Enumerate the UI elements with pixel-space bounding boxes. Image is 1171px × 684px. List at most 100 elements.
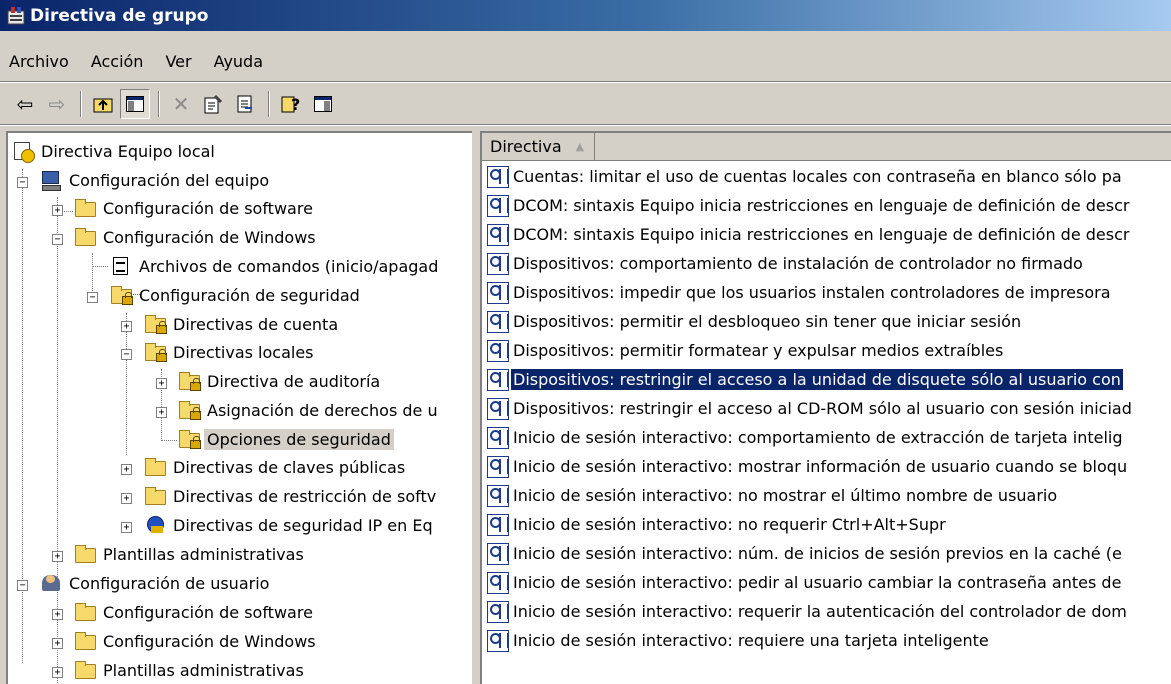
expand-icon[interactable]: + [156, 378, 167, 389]
tree-item-config-software[interactable]: Configuración de software [74, 194, 316, 222]
list-item[interactable]: DCOM: sintaxis Equipo inicia restriccion… [482, 191, 1171, 220]
menu-divider [0, 81, 1171, 83]
list-item[interactable]: Inicio de sesión interactivo: no mostrar… [482, 481, 1171, 510]
tree-item-config-windows[interactable]: Configuración de Windows [74, 223, 319, 251]
list-item[interactable]: Dispositivos: restringir el acceso al CD… [482, 394, 1171, 423]
list-item[interactable]: Inicio de sesión interactivo: núm. de in… [482, 539, 1171, 568]
delete-icon[interactable]: ✕ [166, 89, 196, 119]
folder-icon [144, 486, 166, 506]
policy-setting-icon [487, 165, 509, 188]
expand-icon[interactable]: + [52, 667, 63, 678]
console-tree[interactable]: Directiva Equipo local − Configuración d… [6, 131, 472, 684]
policy-setting-icon [487, 426, 509, 449]
policy-setting-icon [487, 542, 509, 565]
tree-item-asignacion-derechos[interactable]: Asignación de derechos de u [178, 396, 441, 424]
tree-item-archivos-comandos[interactable]: Archivos de comandos (inicio/apagad [110, 252, 441, 280]
list-item[interactable]: Dispositivos: permitir formatear y expul… [482, 336, 1171, 365]
collapse-icon[interactable]: − [17, 580, 28, 591]
list-item-selected[interactable]: Dispositivos: restringir el acceso a la … [482, 365, 1171, 394]
security-folder-icon [178, 429, 201, 449]
policy-setting-icon [487, 513, 509, 536]
tree-item-directiva-equipo-local[interactable]: Directiva Equipo local [12, 137, 218, 165]
folder-icon [144, 457, 166, 477]
title-bar[interactable]: Directiva de grupo [0, 0, 1171, 31]
tree-item-claves-publicas[interactable]: Directivas de claves públicas [144, 453, 408, 481]
computer-icon [40, 170, 62, 191]
security-folder-icon [144, 314, 167, 334]
expand-icon[interactable]: + [121, 321, 132, 332]
toolbar-divider [0, 124, 1171, 126]
tree-item-configuracion-usuario[interactable]: Configuración de usuario [40, 569, 272, 597]
toolbar-separator [158, 91, 160, 117]
show-hide-tree-icon[interactable] [120, 89, 150, 119]
list-item[interactable]: Dispositivos: comportamiento de instalac… [482, 249, 1171, 278]
expand-icon[interactable]: + [52, 205, 63, 216]
up-folder-icon[interactable] [88, 89, 118, 119]
collapse-icon[interactable]: − [87, 292, 98, 303]
list-item[interactable]: Inicio de sesión interactivo: mostrar in… [482, 452, 1171, 481]
policy-setting-icon [487, 571, 509, 594]
tree-item-directivas-cuenta[interactable]: Directivas de cuenta [144, 310, 341, 338]
list-item[interactable]: Inicio de sesión interactivo: comportami… [482, 423, 1171, 452]
tree-item-restriccion-software[interactable]: Directivas de restricción de softv [144, 482, 439, 510]
expand-icon[interactable]: + [156, 407, 167, 418]
tree-item-directiva-auditoria[interactable]: Directiva de auditoría [178, 367, 383, 395]
expand-icon[interactable]: + [121, 493, 132, 504]
tree-item-config-seguridad[interactable]: Configuración de seguridad [110, 281, 363, 309]
menu-ayuda[interactable]: Ayuda [203, 52, 274, 71]
policy-setting-icon [487, 281, 509, 304]
toolbar-separator [268, 91, 270, 117]
collapse-icon[interactable]: − [121, 349, 132, 360]
list-item[interactable]: Dispositivos: permitir el desbloqueo sin… [482, 307, 1171, 336]
tree-item-user-config-software[interactable]: Configuración de software [74, 598, 316, 626]
collapse-icon[interactable]: − [52, 234, 63, 245]
policy-setting-icon [487, 339, 509, 362]
column-header-directiva[interactable]: Directiva ▲ [490, 133, 596, 160]
tree-item-seguridad-ip[interactable]: Directivas de seguridad IP en Eq [144, 511, 436, 539]
list-item[interactable]: Inicio de sesión interactivo: pedir al u… [482, 568, 1171, 597]
collapse-icon[interactable]: − [17, 177, 28, 188]
tree-item-plantillas-admin[interactable]: Plantillas administrativas [74, 540, 307, 568]
security-folder-icon [178, 371, 201, 391]
policy-root-icon [12, 141, 35, 163]
policy-setting-icon [487, 397, 509, 420]
policy-list[interactable]: Directiva ▲ Cuentas: limitar el uso de c… [480, 131, 1171, 684]
folder-icon [74, 544, 96, 564]
svg-text:?: ? [291, 95, 300, 114]
help-icon[interactable]: ? [276, 89, 306, 119]
policy-setting-icon [487, 629, 509, 652]
list-item[interactable]: Inicio de sesión interactivo: no requeri… [482, 510, 1171, 539]
users-icon [40, 573, 62, 593]
policy-setting-icon [487, 223, 509, 246]
policy-setting-icon [487, 194, 509, 217]
tree-item-user-plantillas-admin[interactable]: Plantillas administrativas [74, 656, 307, 684]
expand-icon[interactable]: + [52, 551, 63, 562]
menu-archivo[interactable]: Archivo [0, 52, 80, 71]
tree-item-configuracion-equipo[interactable]: Configuración del equipo [40, 166, 272, 194]
tree-item-opciones-seguridad[interactable]: Opciones de seguridad [178, 425, 394, 453]
back-arrow-icon[interactable]: ⇦ [10, 89, 40, 119]
tree-item-directivas-locales[interactable]: Directivas locales [144, 338, 317, 366]
list-item[interactable]: DCOM: sintaxis Equipo inicia restriccion… [482, 220, 1171, 249]
expand-icon[interactable]: + [121, 522, 132, 533]
toolbar: ⇦ ⇨ ✕ ? [0, 87, 1171, 121]
list-item[interactable]: Cuentas: limitar el uso de cuentas local… [482, 162, 1171, 191]
show-hide-action-pane-icon[interactable] [308, 89, 338, 119]
menu-ver[interactable]: Ver [154, 52, 202, 71]
expand-icon[interactable]: + [52, 638, 63, 649]
properties-icon[interactable] [198, 89, 228, 119]
toolbar-separator [80, 91, 82, 117]
forward-arrow-icon[interactable]: ⇨ [42, 89, 72, 119]
policy-setting-icon [487, 484, 509, 507]
list-item[interactable]: Inicio de sesión interactivo: requerir l… [482, 597, 1171, 626]
export-list-icon[interactable] [230, 89, 260, 119]
list-item[interactable]: Dispositivos: impedir que los usuarios i… [482, 278, 1171, 307]
menu-accion[interactable]: Acción [80, 52, 155, 71]
policy-setting-icon [487, 600, 509, 623]
tree-item-user-config-windows[interactable]: Configuración de Windows [74, 627, 319, 655]
list-header: Directiva ▲ [482, 133, 1171, 161]
ip-security-icon [144, 515, 166, 535]
expand-icon[interactable]: + [52, 609, 63, 620]
list-item[interactable]: Inicio de sesión interactivo: requiere u… [482, 626, 1171, 655]
expand-icon[interactable]: + [121, 464, 132, 475]
